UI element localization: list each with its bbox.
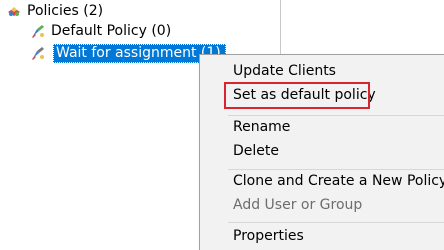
policy-icon xyxy=(30,45,46,61)
menu-item-label: Add User or Group xyxy=(233,197,363,213)
menu-item-update-clients[interactable]: Update Clients xyxy=(200,59,444,83)
menu-item-label: Delete xyxy=(233,143,279,159)
menu-item-rename[interactable]: Rename xyxy=(200,115,444,139)
tree-node-default-policy[interactable]: Default Policy (0) xyxy=(30,21,171,41)
policies-icon xyxy=(6,3,22,19)
tree-node-label: Policies (2) xyxy=(27,3,104,19)
menu-item-label: Rename xyxy=(233,119,291,135)
menu-item-label: Clone and Create a New Policy xyxy=(233,173,444,189)
highlight-annotation-box xyxy=(224,82,370,109)
tree-node-wait-for-assignment[interactable]: Wait for assignment (1) xyxy=(30,43,226,63)
screen: Policies (2) Default Policy (0) Wait for… xyxy=(0,0,444,250)
menu-separator xyxy=(228,222,444,223)
menu-item-label: Update Clients xyxy=(233,63,336,79)
menu-item-delete[interactable]: Delete xyxy=(200,139,444,163)
policy-icon xyxy=(30,23,46,39)
context-menu: Update Clients Set as default policy Ren… xyxy=(199,54,444,250)
menu-item-clone-policy[interactable]: Clone and Create a New Policy xyxy=(200,169,444,193)
menu-item-label: Properties xyxy=(233,228,304,244)
tree-node-policies[interactable]: Policies (2) xyxy=(6,1,103,21)
menu-item-add-user-or-group: Add User or Group xyxy=(200,193,444,217)
menu-item-properties[interactable]: Properties xyxy=(200,224,444,248)
tree-node-label: Default Policy (0) xyxy=(51,23,172,39)
